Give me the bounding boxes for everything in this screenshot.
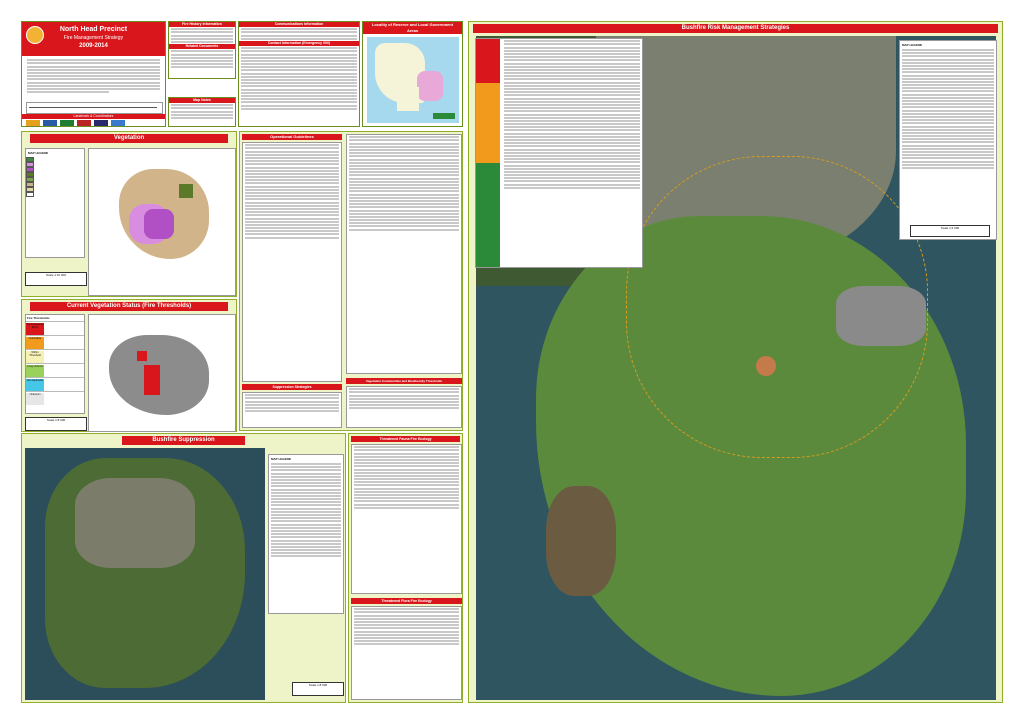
- threshold-swatch: Long Unburnt: [26, 364, 44, 377]
- threshold-row: Long Unburnt: [26, 363, 84, 377]
- suppression-table: [242, 392, 342, 428]
- suppression-legend: MAP LEGEND: [268, 454, 344, 614]
- risk-legend: MAP LEGEND Scale 1:6 000: [899, 40, 997, 240]
- veg-communities-title: Vegetation Communities and Biodiversity …: [346, 378, 462, 384]
- operational-section: Operational Guidelines Suppression Strat…: [239, 131, 463, 431]
- operational-title: Operational Guidelines: [242, 134, 342, 140]
- suppression-strategies-title: Suppression Strategies: [242, 384, 342, 390]
- contact-title: Contact Information (Emergency 000): [239, 40, 359, 46]
- fauna-section: Threatened Fauna Fire Ecology Threatened…: [348, 433, 463, 703]
- header-panel: North Head Precinct Fire Management Stra…: [21, 21, 166, 127]
- fire-threshold-scale: Scale 1:8 000: [25, 417, 87, 431]
- flora-title: Threatened Flora Fire Ecology: [351, 598, 462, 604]
- threshold-swatch: Vulnerable: [26, 336, 44, 349]
- threshold-swatch: Too Frequently Burnt: [26, 322, 44, 335]
- partner-logos: [26, 120, 161, 126]
- threshold-row: Within Threshold: [26, 349, 84, 363]
- resource-table: [346, 134, 462, 374]
- header-subtitle: Fire Management Strategy: [63, 35, 124, 41]
- vegetation-section: Vegetation MAP LEGEND Scale 1:10 000: [21, 131, 237, 297]
- threshold-row: Not Applicable: [26, 377, 84, 391]
- header-intro-text: [25, 58, 162, 94]
- locality-map: [367, 37, 459, 123]
- threshold-row: Unknown: [26, 391, 84, 405]
- suppression-legend-title: MAP LEGEND: [271, 457, 291, 461]
- suppression-map: [25, 448, 265, 700]
- locality-title: Locality of Reserve and Local Government…: [363, 22, 462, 34]
- threshold-row: Vulnerable: [26, 335, 84, 349]
- risk-table: [475, 38, 643, 268]
- fire-threshold-legend: Fire Thresholds Too Frequently Burnt Vuln…: [25, 314, 85, 414]
- fauna-title: Threatened Fauna Fire Ecology: [351, 436, 460, 442]
- map-notes-title: Map Notes: [169, 98, 235, 103]
- risk-title: Bushfire Risk Management Strategies: [473, 24, 998, 33]
- fire-threshold-status-title: Current Vegetation Status (Fire Threshol…: [30, 302, 228, 311]
- fire-history-title: Fire History Information: [169, 22, 235, 27]
- veg-communities-table: [346, 386, 462, 428]
- vegetation-title: Vegetation: [30, 134, 228, 143]
- operational-table: [242, 142, 342, 382]
- locality-panel: Locality of Reserve and Local Government…: [362, 21, 463, 127]
- header-landmark: Landmark & Coordinators: [22, 114, 165, 119]
- communications-panel: Communications Information Contact Infor…: [238, 21, 360, 127]
- suppression-scale: Scale 1:8 000: [292, 682, 344, 696]
- communications-title: Communications Information: [239, 22, 359, 27]
- threshold-swatch: Within Threshold: [26, 350, 44, 363]
- header-title: North Head Precinct: [59, 26, 128, 33]
- fire-threshold-map: [88, 314, 236, 432]
- vegetation-legend: MAP LEGEND: [25, 148, 85, 258]
- fire-threshold-section: Current Vegetation Status (Fire Threshol…: [21, 299, 237, 432]
- fire-threshold-title: Fire Thresholds: [27, 316, 50, 320]
- vegetation-legend-title: MAP LEGEND: [28, 151, 48, 155]
- risk-legend-title: MAP LEGEND: [902, 43, 922, 47]
- fire-history-panel: Fire History Information Related Documen…: [168, 21, 236, 79]
- header-mini-chart: [26, 102, 163, 114]
- fauna-table: [351, 444, 462, 594]
- suppression-title: Bushfire Suppression: [122, 436, 245, 445]
- vegetation-map: [88, 148, 236, 296]
- threshold-row: Too Frequently Burnt: [26, 321, 84, 335]
- header-banner: North Head Precinct Fire Management Stra…: [22, 22, 165, 56]
- flora-table: [351, 606, 462, 700]
- header-years: 2009-2014: [79, 43, 108, 49]
- map-notes-panel: Map Notes: [168, 97, 236, 127]
- risk-scale: Scale 1:6 000: [910, 225, 990, 237]
- vegetation-scale: Scale 1:10 000: [25, 272, 87, 286]
- risk-section: Bushfire Risk Management Strategies MAP …: [468, 21, 1003, 703]
- threshold-swatch: Not Applicable: [26, 378, 44, 391]
- related-docs-title: Related Documents: [169, 44, 235, 50]
- suppression-section: Bushfire Suppression MAP LEGEND Scale 1:…: [21, 433, 346, 703]
- threshold-swatch: Unknown: [26, 392, 44, 405]
